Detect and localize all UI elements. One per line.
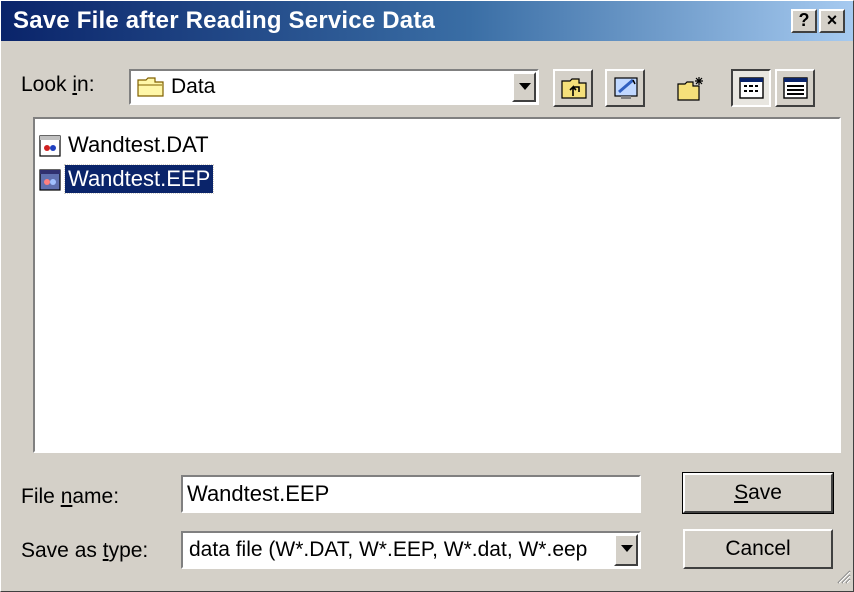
file-name: Wandtest.DAT [68, 132, 209, 157]
save-as-type-value: data file (W*.DAT, W*.EEP, W*.dat, W*.ee… [189, 538, 588, 561]
data-file-icon [39, 135, 61, 162]
save-file-dialog: Save File after Reading Service Data ? ×… [0, 0, 854, 592]
details-view-button[interactable] [775, 69, 815, 107]
save-as-type-label: Save as type: [21, 539, 149, 562]
desktop-button[interactable] [605, 69, 645, 107]
new-folder-button[interactable] [669, 69, 709, 107]
help-button[interactable]: ? [791, 9, 817, 33]
save-as-type-dropdown[interactable]: data file (W*.DAT, W*.EEP, W*.dat, W*.ee… [181, 531, 641, 569]
look-in-dropdown[interactable]: Data [129, 69, 539, 105]
close-button[interactable]: × [819, 9, 845, 33]
folder-icon [137, 76, 165, 103]
data-file-icon [39, 169, 61, 196]
look-in-dropdown-arrow[interactable] [512, 72, 536, 102]
up-one-level-button[interactable] [553, 69, 593, 107]
file-list[interactable]: Wandtest.DAT Wandtest.EEP [33, 117, 841, 453]
list-view-button[interactable] [731, 69, 771, 107]
title-bar[interactable]: Save File after Reading Service Data ? × [1, 1, 853, 41]
file-name-label: File name: [21, 485, 120, 508]
look-in-label: Look in: [21, 73, 95, 96]
cancel-button[interactable]: Cancel [683, 529, 833, 569]
file-name-input[interactable] [181, 475, 641, 513]
file-name: Wandtest.EEP [63, 164, 215, 194]
look-in-value: Data [171, 75, 216, 98]
save-as-type-dropdown-arrow[interactable] [614, 534, 638, 566]
window-title: Save File after Reading Service Data [13, 7, 436, 34]
save-button[interactable]: Save [682, 472, 834, 514]
resize-grip-icon[interactable] [835, 568, 851, 589]
